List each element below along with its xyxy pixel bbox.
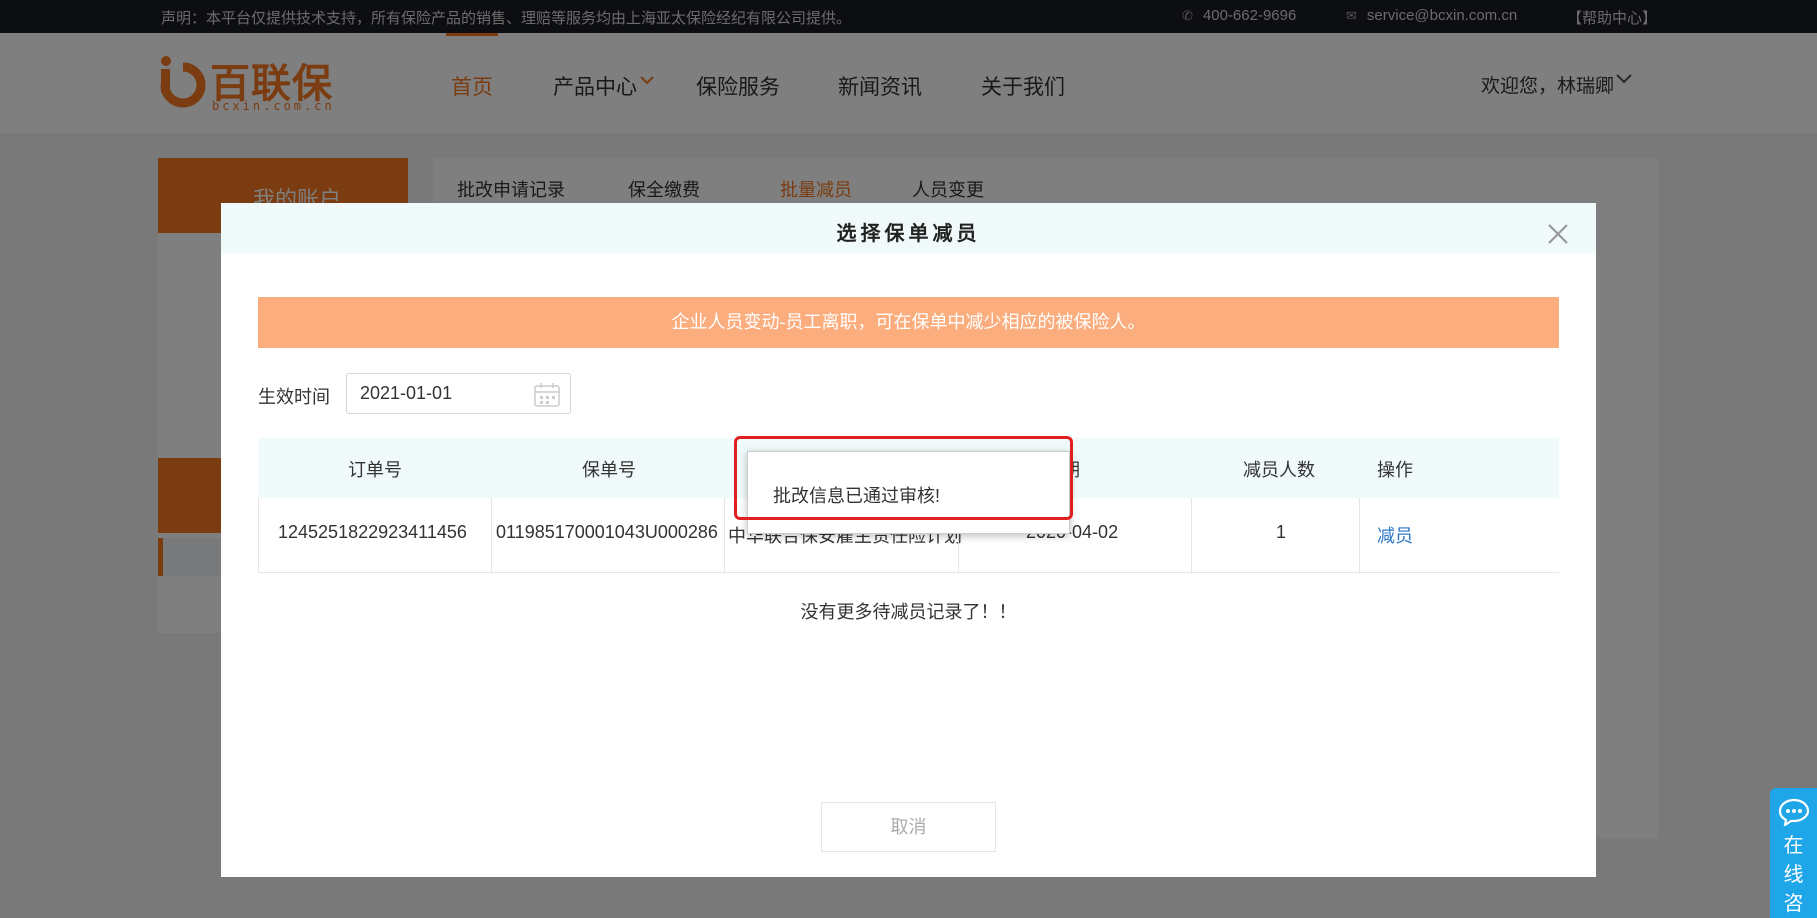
chat-label: 在线咨 bbox=[1770, 832, 1817, 918]
cell-policy-no: 011985170001043U000286 bbox=[496, 522, 718, 542]
highlight-box bbox=[734, 436, 1073, 520]
modal-title: 选择保单减员 bbox=[836, 223, 981, 245]
col-count: 减员人数 bbox=[1243, 460, 1315, 480]
chat-label-text: 在线咨 bbox=[1783, 835, 1804, 915]
chat-bubble-icon bbox=[1778, 798, 1810, 826]
info-banner: 企业人员变动-员工离职，可在保单中减少相应的被保险人。 bbox=[258, 297, 1559, 348]
cell-count: 1 bbox=[1276, 522, 1287, 542]
online-consult-widget[interactable]: 在线咨 bbox=[1770, 788, 1817, 918]
col-action: 操作 bbox=[1377, 460, 1413, 480]
cell-order-no: 1245251822923411456 bbox=[278, 522, 467, 542]
col-policy-no: 保单号 bbox=[582, 460, 636, 480]
select-policy-reduction-modal: 选择保单减员 企业人员变动-员工离职，可在保单中减少相应的被保险人。 生效时间 … bbox=[221, 203, 1596, 877]
no-more-records: 没有更多待减员记录了！！ bbox=[800, 602, 1017, 622]
cancel-button[interactable]: 取消 bbox=[821, 802, 996, 852]
calendar-icon[interactable] bbox=[534, 383, 560, 407]
col-order-no: 订单号 bbox=[348, 460, 402, 480]
effective-date-label: 生效时间 bbox=[258, 387, 330, 407]
modal-header: 选择保单减员 bbox=[221, 203, 1596, 253]
reduce-member-link[interactable]: 减员 bbox=[1377, 522, 1413, 548]
close-icon[interactable] bbox=[1547, 223, 1569, 245]
